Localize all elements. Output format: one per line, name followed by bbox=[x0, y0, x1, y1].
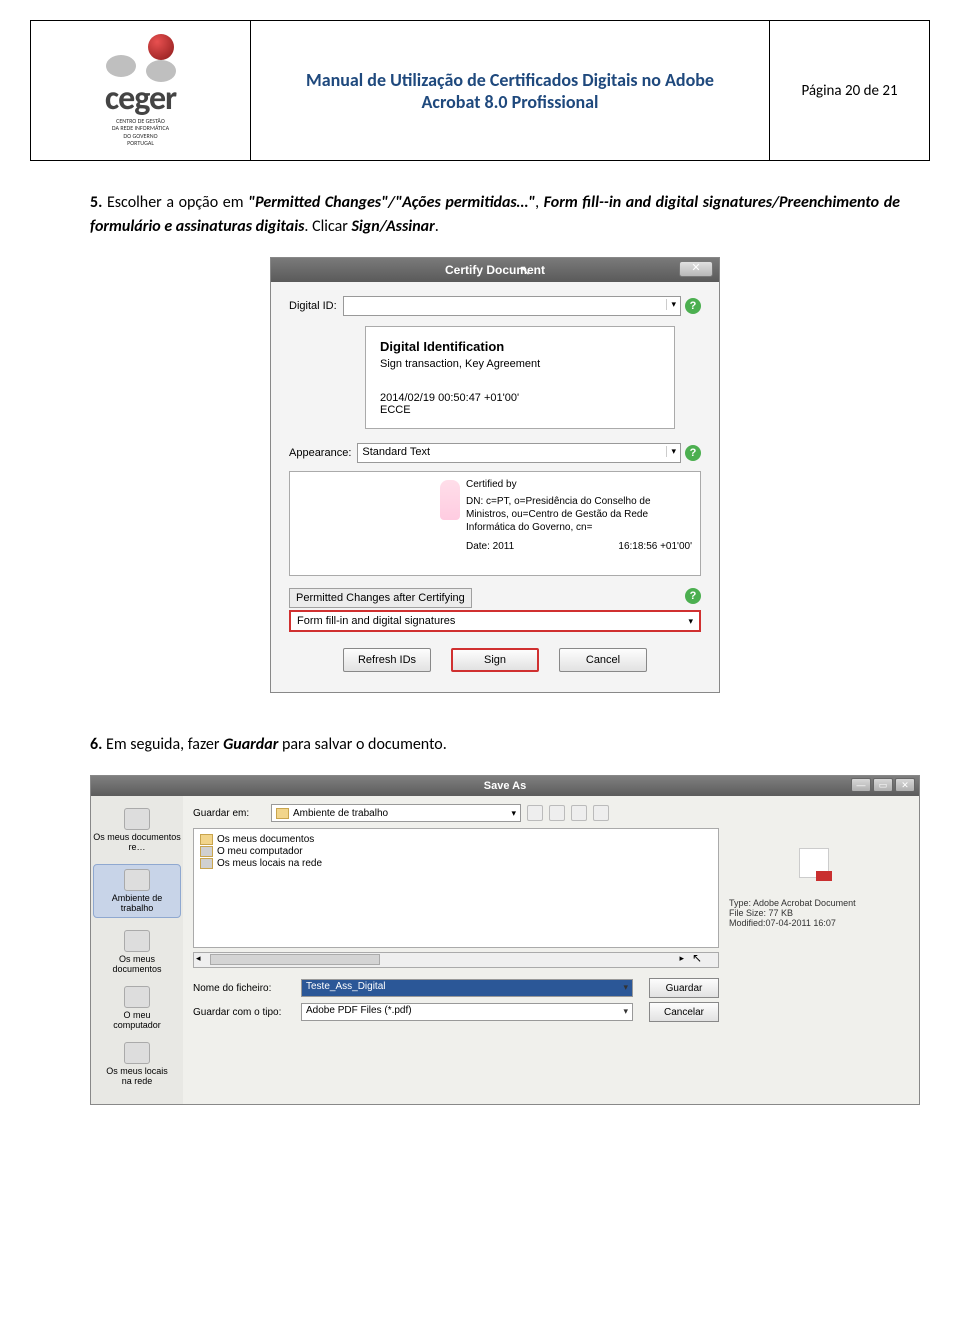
info-title: Digital Identification bbox=[380, 339, 660, 354]
signature-preview: Certified by DN: c=PT, o=Presidência do … bbox=[289, 471, 701, 576]
documents-icon bbox=[124, 930, 150, 952]
save-in-label: Guardar em: bbox=[193, 808, 265, 819]
folder-icon bbox=[276, 808, 289, 819]
info-modified: Modified:07-04-2011 16:07 bbox=[729, 918, 899, 928]
digital-id-select[interactable] bbox=[343, 296, 681, 316]
ribbon-icon bbox=[440, 480, 460, 520]
folder-icon bbox=[200, 834, 213, 845]
pdf-icon bbox=[799, 848, 829, 878]
file-list[interactable]: Os meus documentos O meu computador Os m… bbox=[193, 828, 719, 948]
logo-cell: ceger CENTRO DE GESTÃO DA REDE INFORMÁTI… bbox=[31, 21, 251, 161]
help-icon[interactable]: ? bbox=[685, 445, 701, 461]
cancel-button[interactable]: Cancel bbox=[559, 648, 647, 672]
sidebar-network[interactable]: Os meus locaisna rede bbox=[93, 1042, 181, 1086]
filetype-label: Guardar com o tipo: bbox=[193, 1007, 293, 1018]
close-button[interactable]: ✕ bbox=[895, 778, 915, 792]
logo-cloud-icon bbox=[106, 50, 176, 80]
cancel-button[interactable]: Cancelar bbox=[649, 1002, 719, 1022]
save-as-dialog: Save As — ▭ ✕ Os meus documentos re… Amb… bbox=[90, 775, 920, 1105]
sidebar-desktop[interactable]: Ambiente detrabalho bbox=[93, 864, 181, 918]
certify-document-dialog: Certify Document ✕ ↖ Digital ID: ? Digit… bbox=[270, 257, 720, 693]
logo-subtitle: CENTRO DE GESTÃO DA REDE INFORMÁTICA DO … bbox=[112, 118, 169, 147]
refresh-ids-button[interactable]: Refresh IDs bbox=[343, 648, 431, 672]
appearance-label: Appearance: bbox=[289, 447, 351, 459]
network-icon bbox=[200, 858, 213, 869]
network-icon bbox=[124, 1042, 150, 1064]
preview-dn: DN: c=PT, o=Presidência do Conselho de M… bbox=[466, 495, 692, 534]
filetype-select[interactable]: Adobe PDF Files (*.pdf) bbox=[301, 1003, 633, 1021]
preview-certified: Certified by bbox=[466, 478, 692, 491]
maximize-button[interactable]: ▭ bbox=[873, 778, 893, 792]
preview-time: 16:18:56 +01'00' bbox=[618, 540, 692, 553]
list-item[interactable]: Os meus locais na rede bbox=[200, 858, 712, 869]
cursor-icon: ↖ bbox=[692, 951, 702, 965]
file-info-panel: Type: Adobe Acrobat Document File Size: … bbox=[719, 828, 909, 1026]
preview-date-label: Date: 2011 bbox=[466, 540, 514, 553]
saveas-sidebar: Os meus documentos re… Ambiente detrabal… bbox=[91, 796, 183, 1104]
horizontal-scrollbar[interactable]: ↖ bbox=[193, 952, 719, 968]
new-folder-button[interactable] bbox=[571, 805, 587, 821]
recent-icon bbox=[124, 808, 150, 830]
list-item[interactable]: O meu computador bbox=[200, 846, 712, 857]
scrollbar-thumb[interactable] bbox=[210, 954, 380, 965]
save-in-select[interactable]: Ambiente de trabalho bbox=[271, 804, 521, 822]
sign-button[interactable]: Sign bbox=[451, 648, 539, 672]
page-number: Página 20 de 21 bbox=[770, 21, 930, 161]
info-ecce: ECCE bbox=[380, 404, 660, 416]
dialog-titlebar[interactable]: Certify Document ✕ ↖ bbox=[271, 258, 719, 282]
permitted-changes-select[interactable]: Form fill-in and digital signatures bbox=[289, 610, 701, 632]
close-button[interactable]: ✕ bbox=[679, 261, 713, 277]
step-5-text: 5. Escolher a opção em "Permitted Change… bbox=[90, 191, 900, 239]
back-button[interactable] bbox=[527, 805, 543, 821]
help-icon[interactable]: ? bbox=[685, 588, 701, 604]
info-date: 2014/02/19 00:50:47 +01'00' bbox=[380, 392, 660, 404]
sidebar-recent[interactable]: Os meus documentos re… bbox=[93, 808, 181, 852]
dialog-title: Certify Document bbox=[271, 263, 719, 277]
logo-text: ceger bbox=[105, 82, 176, 116]
saveas-title: Save As bbox=[91, 780, 919, 792]
page-header: ceger CENTRO DE GESTÃO DA REDE INFORMÁTI… bbox=[30, 20, 930, 161]
saveas-titlebar[interactable]: Save As — ▭ ✕ bbox=[91, 776, 919, 796]
digital-id-label: Digital ID: bbox=[289, 300, 337, 312]
info-size: File Size: 77 KB bbox=[729, 908, 899, 918]
permitted-changes-label: Permitted Changes after Certifying bbox=[289, 588, 472, 608]
appearance-select[interactable]: Standard Text bbox=[357, 443, 681, 463]
help-icon[interactable]: ? bbox=[685, 298, 701, 314]
desktop-icon bbox=[124, 869, 150, 891]
list-item[interactable]: Os meus documentos bbox=[200, 834, 712, 845]
digital-id-info: Digital Identification Sign transaction,… bbox=[365, 326, 675, 429]
info-type: Type: Adobe Acrobat Document bbox=[729, 898, 899, 908]
doc-title: Manual de Utilização de Certificados Dig… bbox=[251, 21, 770, 161]
filename-input[interactable]: Teste_Ass_Digital bbox=[301, 979, 633, 997]
view-menu-button[interactable] bbox=[593, 805, 609, 821]
sidebar-my-computer[interactable]: O meucomputador bbox=[93, 986, 181, 1030]
filename-label: Nome do ficheiro: bbox=[193, 983, 293, 994]
info-sub: Sign transaction, Key Agreement bbox=[380, 358, 660, 370]
step-6-text: 6. Em seguida, fazer Guardar para salvar… bbox=[90, 733, 900, 757]
sidebar-documents[interactable]: Os meusdocumentos bbox=[93, 930, 181, 974]
minimize-button[interactable]: — bbox=[851, 778, 871, 792]
computer-icon bbox=[200, 846, 213, 857]
save-button[interactable]: Guardar bbox=[649, 978, 719, 998]
computer-icon bbox=[124, 986, 150, 1008]
up-button[interactable] bbox=[549, 805, 565, 821]
